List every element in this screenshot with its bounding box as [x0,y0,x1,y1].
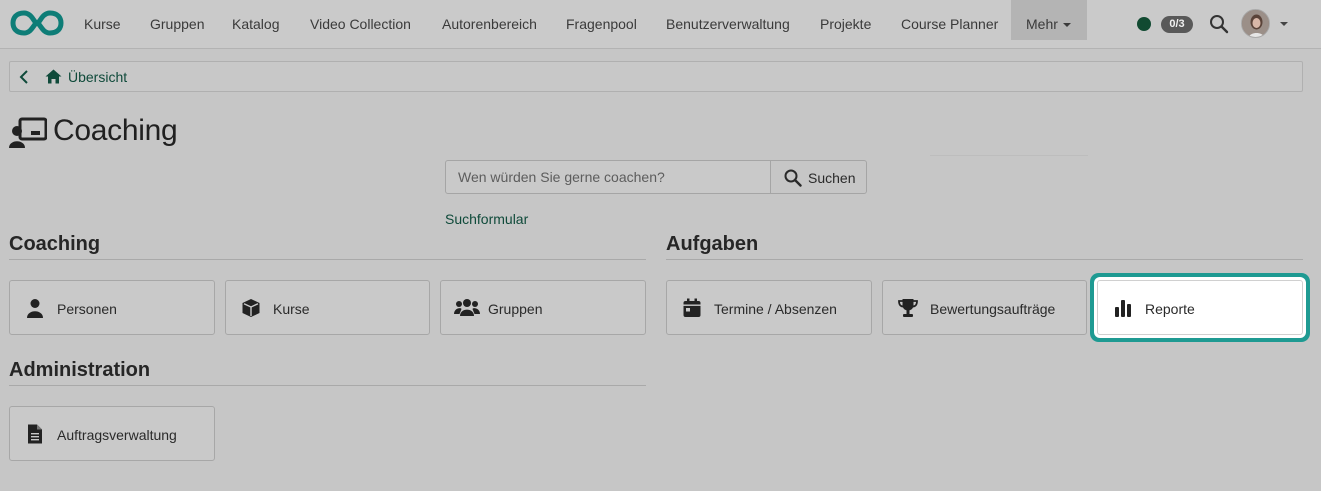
divider [930,155,1088,156]
tile-label: Auftragsverwaltung [57,427,177,443]
nav-item-gruppen[interactable]: Gruppen [150,0,204,48]
nav-more-dropdown[interactable]: Mehr [1011,0,1087,40]
user-menu-caret-icon[interactable] [1280,22,1288,26]
nav-item-fragenpool[interactable]: Fragenpool [566,0,637,48]
section-divider [9,259,646,260]
tile-label: Kurse [273,301,310,317]
tile-personen[interactable]: Personen [9,280,215,335]
search-button[interactable]: Suchen [770,160,867,194]
section-divider [666,259,1303,260]
top-navigation: Kurse Gruppen Katalog Video Collection A… [0,0,1321,49]
user-avatar-image [1242,10,1269,37]
coach-search-input[interactable] [445,160,772,194]
home-icon[interactable] [45,69,62,84]
nav-item-kurse[interactable]: Kurse [84,0,121,48]
caret-down-icon [1062,23,1071,28]
tile-auftragsverwaltung[interactable]: Auftragsverwaltung [9,406,215,461]
section-divider [9,385,646,386]
calendar-icon [683,298,701,317]
tile-bewertungsauftraege[interactable]: Bewertungsaufträge [882,280,1087,335]
page-title: Coaching [53,114,178,147]
nav-item-video-collection[interactable]: Video Collection [310,0,411,48]
section-title-aufgaben: Aufgaben [666,233,759,255]
breadcrumb: Übersicht [9,61,1303,92]
trophy-icon [898,299,918,317]
cube-icon [242,299,260,317]
nav-item-course-planner[interactable]: Course Planner [901,0,998,48]
coaching-icon [9,117,47,148]
nav-item-autorenbereich[interactable]: Autorenbereich [442,0,537,48]
tile-label: Termine / Absenzen [714,301,837,317]
nav-item-katalog[interactable]: Katalog [232,0,279,48]
bar-chart-icon [1115,300,1131,317]
tile-label: Personen [57,301,117,317]
tile-label: Bewertungsaufträge [930,301,1056,317]
search-icon [784,169,802,187]
infinity-logo-icon[interactable] [10,9,64,37]
search-icon[interactable] [1209,14,1229,34]
user-icon [27,299,43,318]
tile-gruppen[interactable]: Gruppen [440,280,646,335]
section-title-coaching: Coaching [9,233,101,255]
nav-item-projekte[interactable]: Projekte [820,0,871,48]
tile-kurse[interactable]: Kurse [225,280,430,335]
file-text-icon [28,424,42,444]
breadcrumb-overview-link[interactable]: Übersicht [68,69,127,85]
tile-label: Reporte [1145,301,1195,317]
online-status-icon[interactable] [1137,17,1151,31]
nav-item-benutzerverwaltung[interactable]: Benutzerverwaltung [666,0,790,48]
user-avatar[interactable] [1241,9,1270,38]
advanced-search-link[interactable]: Suchformular [445,211,528,227]
search-button-label: Suchen [808,170,856,186]
users-icon [454,299,480,316]
notification-badge[interactable]: 0/3 [1161,16,1193,33]
tile-label: Gruppen [488,301,543,317]
tile-reporte[interactable]: Reporte [1097,280,1303,335]
nav-more-label: Mehr [1026,16,1058,32]
chevron-left-icon[interactable] [18,69,30,85]
tile-termine-absenzen[interactable]: Termine / Absenzen [666,280,872,335]
section-title-administration: Administration [9,359,151,381]
